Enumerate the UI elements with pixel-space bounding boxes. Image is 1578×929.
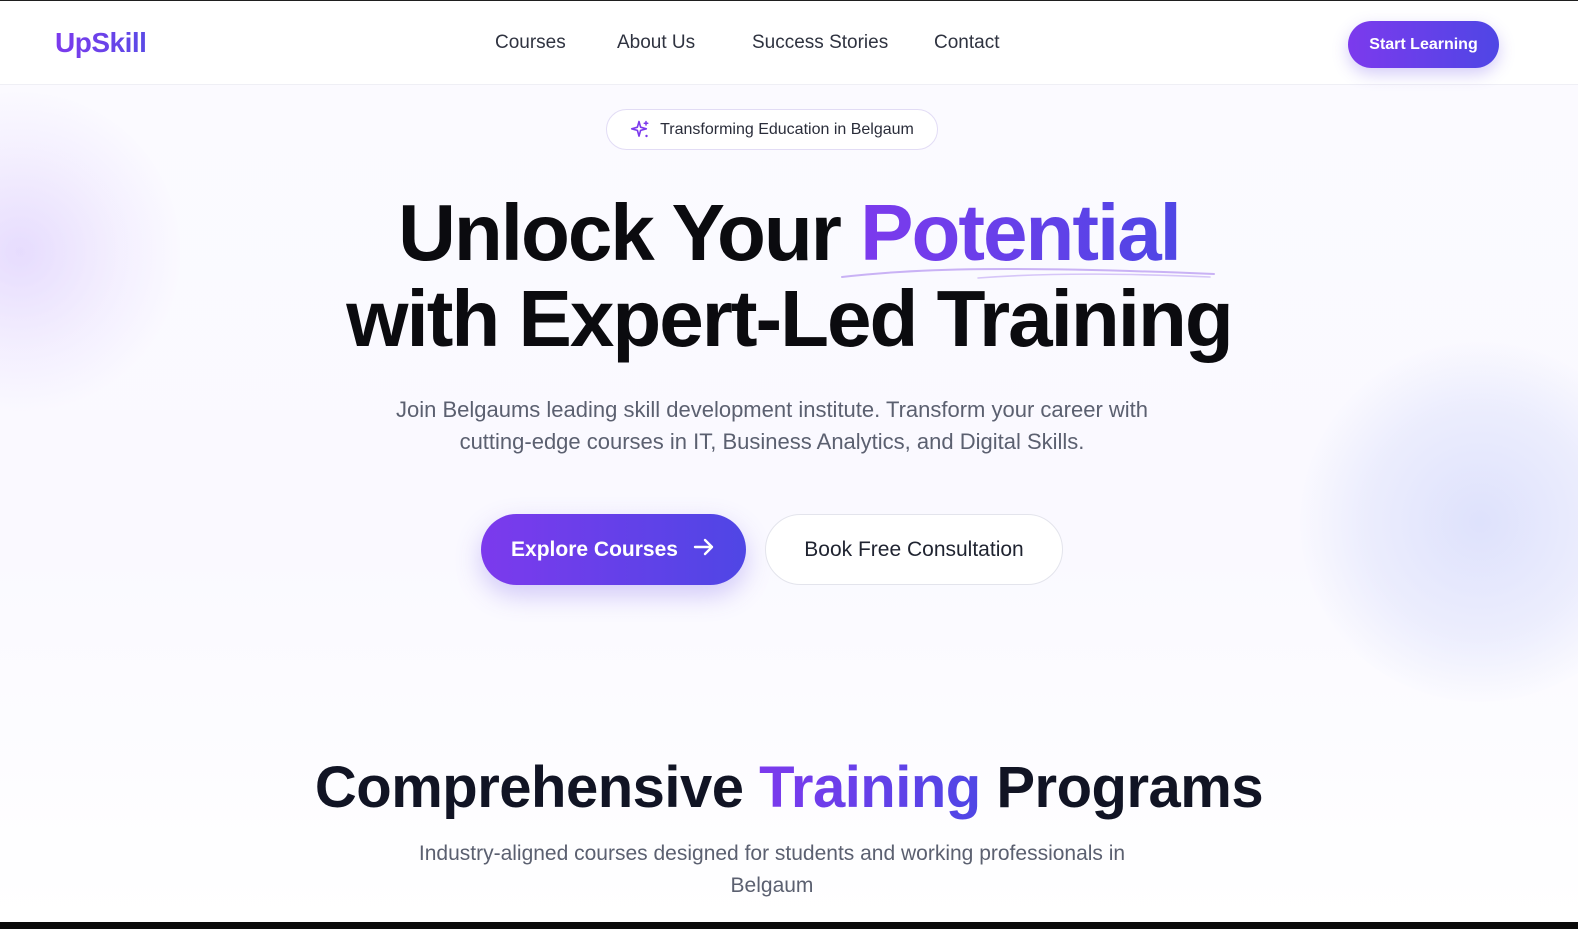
programs-title-part1: Comprehensive <box>314 755 760 820</box>
decorative-blob-right <box>1300 342 1578 702</box>
sparkles-icon <box>630 120 650 140</box>
underline-scribble <box>841 268 1216 279</box>
hero-headline-accent: Potential <box>841 190 1216 279</box>
hero-headline: Unlock Your Potential with Expert-Led Tr… <box>0 190 1578 362</box>
hero-badge-text: Transforming Education in Belgaum <box>660 120 914 138</box>
programs-title: Comprehensive Training Programs <box>0 754 1578 821</box>
explore-courses-label: Explore Courses <box>511 537 678 561</box>
explore-courses-button[interactable]: Explore Courses <box>481 514 746 585</box>
nav-link-about-us[interactable]: About Us <box>617 32 695 54</box>
arrow-right-icon <box>692 535 716 565</box>
nav-link-courses[interactable]: Courses <box>495 32 566 54</box>
hero-subtext: Join Belgaums leading skill development … <box>395 397 1149 454</box>
programs-title-accent: Training <box>759 755 981 820</box>
nav-link-success-stories[interactable]: Success Stories <box>752 32 888 54</box>
book-consultation-button[interactable]: Book Free Consultation <box>765 514 1063 585</box>
programs-subtitle: Industry-aligned courses designed for st… <box>418 842 1126 897</box>
hero-headline-line-1: Unlock Your Potential <box>0 188 1578 279</box>
top-navbar: UpSkill Courses About Us Success Stories… <box>0 2 1578 85</box>
page: UpSkill Courses About Us Success Stories… <box>0 2 1578 922</box>
hero-headline-text: Unlock Your <box>398 188 861 277</box>
hero-headline-line-2: with Expert-Led Training <box>346 274 1233 363</box>
programs-title-part2: Programs <box>980 755 1264 820</box>
nav-links: Courses About Us Success Stories Contact <box>0 32 1578 58</box>
start-learning-button[interactable]: Start Learning <box>1348 21 1499 68</box>
nav-link-contact[interactable]: Contact <box>934 32 999 54</box>
hero-badge: Transforming Education in Belgaum <box>606 109 938 150</box>
